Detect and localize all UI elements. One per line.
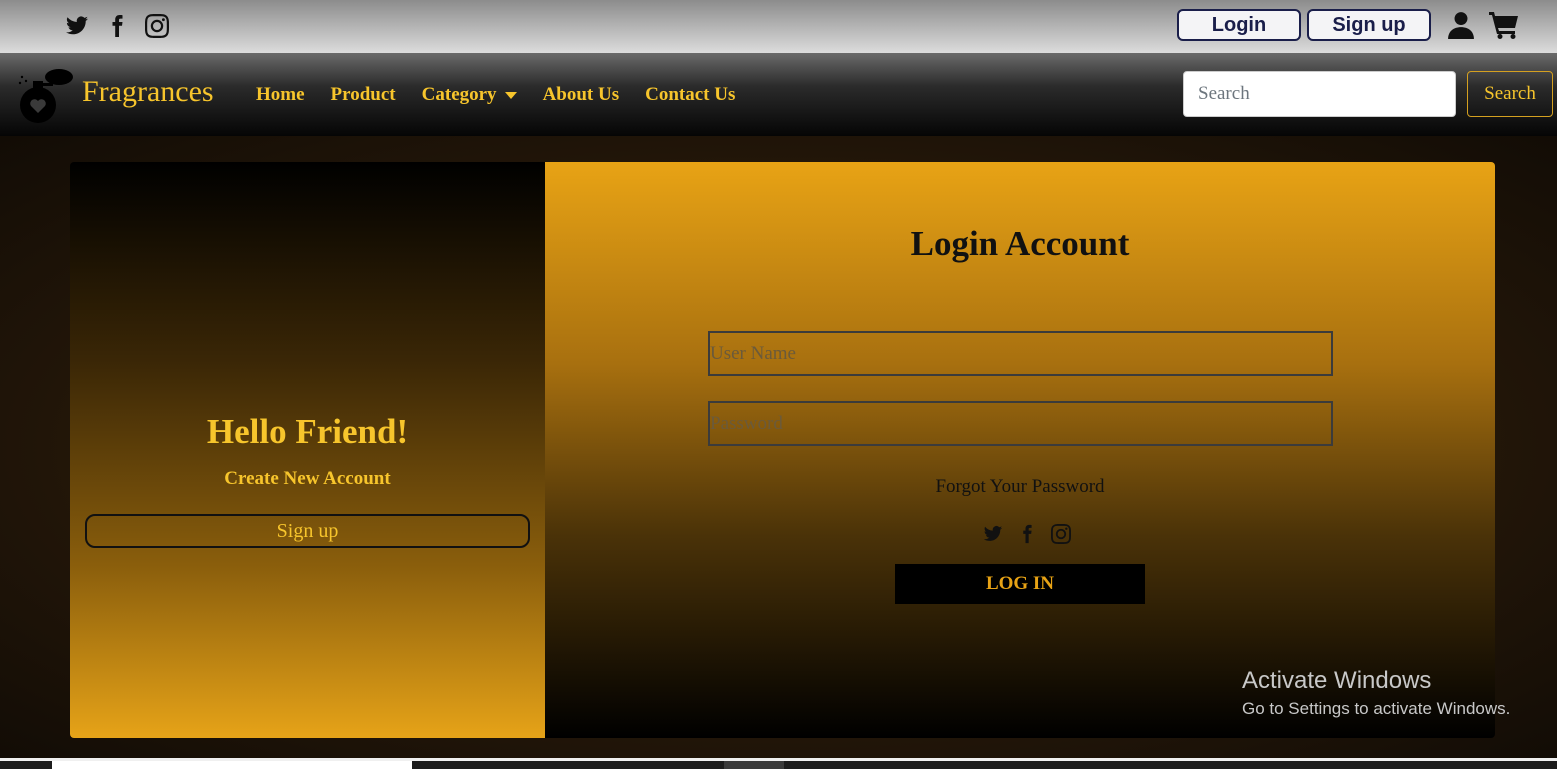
twitter-icon[interactable] [64,12,90,40]
signup-promo-panel: Hello Friend! Create New Account Sign up [70,162,545,738]
greeting-heading: Hello Friend! [206,412,409,451]
forgot-password-link[interactable]: Forgot Your Password [545,476,1495,498]
nav-product[interactable]: Product [331,84,396,106]
taskbar [0,758,1557,769]
search-button[interactable]: Search [1467,71,1553,117]
instagram-icon[interactable] [144,12,170,40]
panel-signup-button[interactable]: Sign up [85,514,530,548]
password-field[interactable] [708,401,1333,446]
nav-category-label: Category [421,84,497,105]
main-navbar: Fragrances Home Product Category About U… [0,53,1557,136]
instagram-icon[interactable] [1051,524,1073,546]
nav-about-us[interactable]: About Us [543,84,620,106]
top-bar: Login Sign up [0,0,1557,53]
nav-category-dropdown[interactable]: Category [422,84,517,106]
user-icon[interactable] [1448,11,1474,39]
login-submit-button[interactable]: LOG IN [895,564,1145,604]
activate-windows-watermark: Activate Windows Go to Settings to activ… [1242,667,1510,719]
nav-links: Home Product Category About Us Contact U… [256,84,761,106]
watermark-subtitle: Go to Settings to activate Windows. [1242,699,1511,718]
nav-home[interactable]: Home [256,84,305,106]
facebook-icon[interactable] [1017,524,1039,546]
top-social-links [64,12,170,40]
perfume-bottle-icon[interactable] [12,67,74,123]
signup-button[interactable]: Sign up [1307,9,1431,41]
cart-icon[interactable] [1489,11,1519,39]
login-social-links [983,524,1073,546]
chevron-down-icon [504,91,517,99]
login-button[interactable]: Login [1177,9,1301,41]
watermark-title: Activate Windows [1242,667,1432,694]
nav-contact-us[interactable]: Contact Us [645,84,735,106]
facebook-icon[interactable] [104,12,130,40]
login-title: Login Account [910,224,1130,263]
login-form-panel: Login Account Forgot Your Password LOG I… [545,162,1495,738]
brand-name[interactable]: Fragrances [82,75,214,109]
create-account-text: Create New Account [224,468,391,489]
username-field[interactable] [708,331,1333,376]
twitter-icon[interactable] [983,524,1005,546]
search-input[interactable] [1183,71,1456,117]
